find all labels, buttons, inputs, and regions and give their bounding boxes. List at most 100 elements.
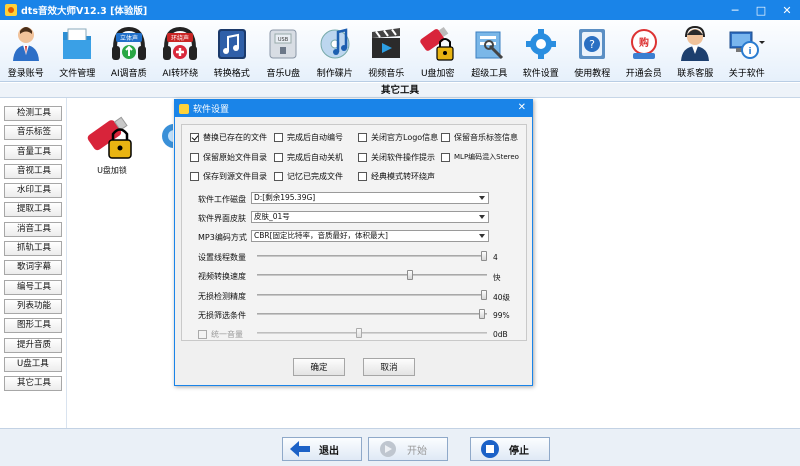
- chevron-down-icon: [479, 234, 485, 238]
- sidebar-item-extract-tools[interactable]: 提取工具: [4, 202, 62, 218]
- sidebar-item-other-tools[interactable]: 其它工具: [4, 376, 62, 392]
- user-login-icon: [7, 24, 45, 64]
- tool-login[interactable]: 登录账号: [0, 20, 52, 82]
- tool-label: 联系客服: [677, 69, 714, 79]
- stop-button[interactable]: 停止: [470, 437, 550, 461]
- thread-count-value: 4: [493, 253, 498, 262]
- sidebar-item-detect-tools[interactable]: 检测工具: [4, 106, 62, 121]
- sidebar-item-enhance-quality[interactable]: 提升音质: [4, 337, 62, 353]
- checkbox-box[interactable]: [190, 133, 199, 142]
- unify-volume-value: 0dB: [493, 330, 508, 339]
- stereo-badge-text: 立体声: [120, 34, 138, 42]
- tool-super-tools[interactable]: 超级工具: [464, 20, 516, 82]
- video-speed-label: 视频转换速度: [198, 272, 246, 281]
- tool-software-settings[interactable]: 软件设置: [515, 20, 567, 82]
- tool-about[interactable]: i 关于软件: [721, 20, 773, 82]
- lossless-filter-slider[interactable]: [257, 309, 487, 319]
- thread-count-slider[interactable]: [257, 251, 487, 261]
- sidebar-item-music-tags[interactable]: 音乐标签: [4, 125, 62, 141]
- minimize-button[interactable]: ─: [722, 0, 748, 20]
- sidebar: 检测工具 音乐标签 音量工具 音视工具 水印工具 提取工具 消音工具 抓轨工具 …: [4, 106, 62, 395]
- sidebar-item-numbering-tools[interactable]: 编号工具: [4, 279, 62, 295]
- close-button[interactable]: ✕: [774, 0, 800, 20]
- usb-lock-tool[interactable]: U盘加锁: [83, 116, 141, 176]
- checkbox-remember-completed[interactable]: 记忆已完成文件: [274, 171, 343, 182]
- tool-customer-service[interactable]: 联系客服: [670, 20, 722, 82]
- checkbox-replace-existing[interactable]: 替换已存在的文件: [190, 132, 267, 143]
- checkbox-save-to-source-dir[interactable]: 保存到源文件目录: [190, 171, 267, 182]
- sidebar-item-usb-tools[interactable]: U盘工具: [4, 356, 62, 372]
- app-logo-icon: [5, 4, 17, 16]
- checkbox-keep-original-dir[interactable]: 保留原始文件目录: [190, 152, 267, 163]
- checkbox-unify-volume: 统一音量: [198, 329, 243, 340]
- chevron-down-icon: [479, 215, 485, 219]
- tool-vip[interactable]: 购 开通会员: [618, 20, 670, 82]
- sidebar-item-watermark-tools[interactable]: 水印工具: [4, 183, 62, 199]
- settings-dialog: 软件设置 ✕ 替换已存在的文件 完成后自动编号 关闭官方Logo信息 保留音乐标…: [174, 99, 533, 386]
- tool-label: 文件管理: [59, 69, 96, 79]
- sidebar-item-rip-tools[interactable]: 抓轨工具: [4, 241, 62, 257]
- checkbox-box[interactable]: [190, 172, 199, 181]
- checkbox-box[interactable]: [358, 153, 367, 162]
- surround-badge-text: 环绕声: [171, 34, 189, 42]
- checkbox-box[interactable]: [274, 153, 283, 162]
- maximize-button[interactable]: □: [748, 0, 774, 20]
- checkbox-classic-surround[interactable]: 经典模式转环绕声: [358, 171, 435, 182]
- tool-convert-format[interactable]: 转换格式: [206, 20, 258, 82]
- slider-thumb[interactable]: [407, 270, 414, 280]
- main-toolbar: 登录账号 文件管理 立体声 AI调音质 环绕声 AI转环绕 转换格式 USB 音…: [0, 20, 800, 82]
- checkbox-auto-shutdown[interactable]: 完成后自动关机: [274, 152, 343, 163]
- lossless-precision-slider[interactable]: [257, 290, 487, 300]
- sidebar-item-graphic-tools[interactable]: 图形工具: [4, 318, 62, 334]
- tool-label: 音乐U盘: [266, 69, 301, 79]
- checkbox-close-tips[interactable]: 关闭软件操作提示: [358, 152, 435, 163]
- sidebar-item-vocal-remove-tools[interactable]: 消音工具: [4, 221, 62, 237]
- dialog-close-button[interactable]: ✕: [518, 102, 526, 113]
- exit-button[interactable]: 退出: [282, 437, 362, 461]
- shopping-vip-icon: 购: [625, 24, 663, 64]
- slider-thumb[interactable]: [481, 290, 487, 300]
- usb-lock-label: U盘加锁: [97, 166, 127, 175]
- sidebar-item-list-functions[interactable]: 列表功能: [4, 298, 62, 314]
- tool-tutorial[interactable]: ? 使用教程: [567, 20, 619, 82]
- tool-label: 关于软件: [728, 69, 765, 79]
- checkbox-box[interactable]: [274, 133, 283, 142]
- sidebar-item-volume-tools[interactable]: 音量工具: [4, 144, 62, 160]
- customer-service-icon: [676, 24, 714, 64]
- checkbox-box[interactable]: [274, 172, 283, 181]
- mp3-encoding-select[interactable]: CBR[固定比特率，音质最好，体积最大]: [251, 230, 489, 242]
- tool-usb-encrypt[interactable]: U盘加密: [412, 20, 464, 82]
- usb-drive-icon: USB: [264, 24, 302, 64]
- partial-tool-icon[interactable]: [159, 122, 173, 154]
- tool-label: 视频音乐: [368, 69, 405, 79]
- checkbox-mlp-stereo[interactable]: MLP编码混入Stereo: [441, 152, 519, 162]
- checkbox-box[interactable]: [358, 133, 367, 142]
- slider-thumb[interactable]: [478, 309, 485, 319]
- disk-select[interactable]: D:[剩余195.39G]: [251, 192, 489, 204]
- ok-button[interactable]: 确定: [293, 358, 345, 376]
- tool-file-manager[interactable]: 文件管理: [52, 20, 104, 82]
- tool-video-music[interactable]: 视频音乐: [361, 20, 413, 82]
- checkbox-box[interactable]: [441, 133, 450, 142]
- stop-icon: [481, 440, 499, 458]
- slider-thumb[interactable]: [481, 251, 487, 261]
- tool-label: 制作碟片: [316, 69, 353, 79]
- sidebar-item-av-tools[interactable]: 音视工具: [4, 163, 62, 179]
- checkbox-keep-music-tags[interactable]: 保留音乐标签信息: [441, 132, 518, 143]
- checkbox-box[interactable]: [441, 152, 450, 162]
- toolbox-icon: [470, 24, 508, 64]
- tool-ai-tune[interactable]: 立体声 AI调音质: [103, 20, 155, 82]
- checkbox-auto-number[interactable]: 完成后自动编号: [274, 132, 343, 143]
- video-speed-slider[interactable]: [257, 270, 487, 280]
- lossless-filter-value: 99%: [493, 311, 510, 320]
- checkbox-box[interactable]: [190, 153, 199, 162]
- cancel-button[interactable]: 取消: [363, 358, 415, 376]
- checkbox-box[interactable]: [358, 172, 367, 181]
- checkbox-close-official-logo[interactable]: 关闭官方Logo信息: [358, 132, 438, 143]
- tool-music-usb[interactable]: USB 音乐U盘: [258, 20, 310, 82]
- svg-text:购: 购: [639, 36, 649, 49]
- sidebar-item-lyrics-subtitles[interactable]: 歌词字幕: [4, 260, 62, 276]
- skin-select[interactable]: 皮肤_01号: [251, 211, 489, 223]
- tool-ai-surround[interactable]: 环绕声 AI转环绕: [155, 20, 207, 82]
- tool-make-disc[interactable]: 制作碟片: [309, 20, 361, 82]
